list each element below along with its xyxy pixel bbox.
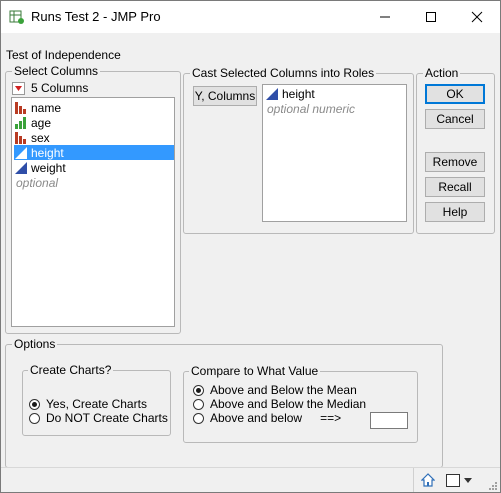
compare-value-legend: Compare to What Value [189, 364, 321, 378]
continuous-icon [14, 146, 28, 159]
custom-value-input[interactable] [370, 412, 408, 429]
ordinal-icon [14, 116, 28, 129]
list-item[interactable]: height [265, 86, 425, 101]
recall-button[interactable]: Recall [425, 177, 485, 197]
maximize-icon [426, 12, 436, 22]
action-legend: Action [423, 66, 461, 80]
options-legend: Options [12, 337, 58, 351]
close-icon [471, 11, 483, 23]
red-triangle-menu-icon[interactable] [12, 81, 25, 95]
radio-button[interactable] [29, 412, 40, 424]
cancel-button[interactable]: Cancel [425, 109, 485, 129]
arrow-label: ==> [320, 411, 342, 425]
title-bar: Runs Test 2 - JMP Pro [1, 1, 500, 33]
columns-count-label: 5 Columns [31, 81, 89, 95]
radio-median[interactable]: Above and Below the Median [193, 397, 366, 411]
list-item[interactable]: age [14, 115, 174, 130]
minimize-button[interactable] [362, 1, 408, 33]
column-label: name [31, 100, 62, 115]
status-divider [413, 468, 414, 492]
radio-button[interactable] [193, 412, 204, 424]
radio-label: Above and Below the Median [210, 397, 367, 411]
list-item[interactable]: name [14, 100, 174, 115]
continuous-icon [14, 161, 28, 174]
column-label: height [31, 145, 64, 160]
action-panel: Action OK Cancel Remove Recall Help [416, 66, 495, 234]
runs-test-dialog: Runs Test 2 - JMP Pro Test of Independen… [0, 0, 501, 493]
radio-label: Above and below [210, 411, 303, 425]
help-button[interactable]: Help [425, 202, 485, 222]
maximize-button[interactable] [408, 1, 454, 33]
jmp-app-icon [9, 9, 25, 25]
window-list-icon[interactable] [446, 474, 460, 487]
nominal-icon [14, 131, 28, 144]
list-item[interactable]: weight [14, 160, 174, 175]
radio-custom-value[interactable]: Above and below ==> [193, 411, 341, 425]
radio-mean[interactable]: Above and Below the Mean [193, 383, 357, 397]
window-title: Runs Test 2 - JMP Pro [31, 9, 161, 24]
ok-button[interactable]: OK [425, 84, 485, 104]
compare-value-group: Compare to What Value Above and Below th… [183, 364, 418, 443]
select-columns-legend: Select Columns [12, 64, 101, 78]
column-label: weight [31, 160, 66, 175]
resize-grip-icon[interactable] [487, 480, 498, 492]
column-label: sex [31, 130, 50, 145]
home-icon[interactable] [420, 473, 436, 490]
radio-label: Do NOT Create Charts [46, 411, 168, 425]
columns-dropdown[interactable]: 5 Columns [12, 81, 88, 95]
create-charts-group: Create Charts? Yes, Create Charts Do NOT… [22, 363, 171, 436]
columns-list[interactable]: name age sex height weight optional [11, 97, 175, 327]
y-columns-button[interactable]: Y, Columns [193, 86, 257, 106]
assigned-column-label: height [282, 86, 315, 101]
select-columns-panel: Select Columns 5 Columns name age sex he… [5, 64, 181, 334]
close-button[interactable] [454, 1, 500, 33]
dialog-body: Test of Independence Select Columns 5 Co… [1, 33, 500, 468]
section-title: Test of Independence [6, 48, 121, 62]
list-item[interactable]: height [14, 145, 174, 160]
nominal-icon [14, 101, 28, 114]
cast-roles-panel: Cast Selected Columns into Roles Y, Colu… [183, 66, 414, 234]
cast-roles-legend: Cast Selected Columns into Roles [190, 66, 377, 80]
column-label: age [31, 115, 52, 130]
radio-button[interactable] [193, 398, 204, 410]
radio-button-selected[interactable] [29, 398, 40, 410]
radio-label: Yes, Create Charts [46, 397, 147, 411]
remove-button[interactable]: Remove [425, 152, 485, 172]
options-panel: Options Create Charts? Yes, Create Chart… [5, 337, 443, 468]
radio-do-not-create-charts[interactable]: Do NOT Create Charts [29, 411, 168, 425]
minimize-icon [380, 16, 390, 18]
radio-button-selected[interactable] [193, 384, 204, 396]
status-bar [1, 467, 500, 492]
radio-label: Above and Below the Mean [210, 383, 357, 397]
optional-hint: optional [16, 176, 59, 190]
chevron-down-icon[interactable] [463, 475, 473, 489]
optional-numeric-hint: optional numeric [267, 102, 356, 116]
radio-yes-create-charts[interactable]: Yes, Create Charts [29, 397, 147, 411]
continuous-icon [265, 87, 279, 100]
create-charts-legend: Create Charts? [28, 363, 114, 377]
y-columns-role-list[interactable]: height optional numeric [262, 84, 407, 222]
list-item[interactable]: sex [14, 130, 174, 145]
